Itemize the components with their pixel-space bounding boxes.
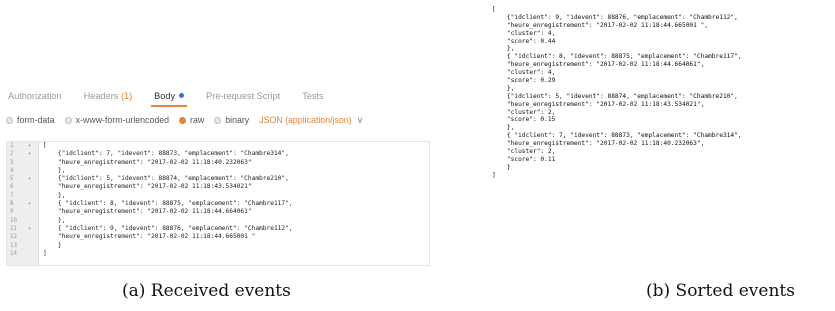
output-line: }, (492, 45, 515, 53)
tab-body[interactable]: Body (143, 85, 195, 107)
code-line: "heure_enregistrement": "2017-02-02 11:1… (43, 158, 252, 166)
code-line: "heure_enregistrement": "2017-02-02 11:1… (43, 233, 256, 241)
line-number: 14 (10, 250, 17, 257)
code-line: } (43, 241, 62, 249)
code-line: "heure_enregistrement": "2017-02-02 11:1… (43, 183, 252, 191)
output-line: "cluster": 2, (492, 148, 556, 156)
line-number: 10 (10, 217, 17, 224)
code-line: { "idclient": 8, "idevent": 88875, "empl… (43, 200, 293, 208)
output-line: "heure_enregistrement": "2017-02-02 11:1… (492, 100, 705, 108)
option-raw[interactable]: raw (179, 115, 204, 125)
line-number: 5 ▾ (10, 175, 32, 183)
output-line: "score": 0.15 (492, 116, 556, 124)
code-line: }, (43, 166, 66, 174)
output-line: }, (492, 124, 515, 132)
output-line: {"idclient": 5, "idevent": 88874, "empla… (492, 92, 738, 100)
caption-received-events: (a) Received events (122, 281, 291, 301)
output-line: "score": 0.29 (492, 77, 556, 85)
code-line: {"idclient": 5, "idevent": 88874, "empla… (43, 175, 289, 183)
content-type-dropdown[interactable]: JSON (application/json) ∨ (259, 115, 363, 126)
output-line: }, (492, 84, 515, 92)
line-number: 9 (10, 209, 14, 216)
tab-pre-request-script[interactable]: Pre-request Script (195, 85, 291, 107)
radio-button-icon[interactable] (64, 116, 72, 124)
fold-arrow-icon[interactable]: ▾ (28, 225, 31, 233)
active-dot-icon (179, 93, 185, 99)
request-body-editor[interactable]: 1 ▾ 2 ▾ 3 4 5 ▾ 6 7 8 ▾ 9 10 11 ▾ 12 13 14 [ … (6, 141, 430, 266)
caption-sorted-events: (b) Sorted events (646, 281, 795, 301)
code-area[interactable]: [ {"idclient": 7, "idevent": 88873, "emp… (43, 142, 429, 258)
option-x-www-form-urlencoded[interactable]: x-www-form-urlencoded (64, 115, 169, 125)
tab-tests[interactable]: Tests (291, 85, 334, 107)
radio-button-icon[interactable] (6, 116, 13, 124)
code-line: {"idclient": 7, "idevent": 88873, "empla… (43, 150, 289, 158)
line-number: 13 (10, 242, 17, 249)
radio-button-icon[interactable] (214, 116, 222, 124)
body-type-options: form-data x-www-form-urlencoded raw bina… (0, 111, 438, 129)
output-line: "heure_enregistrement": "2017-02-02 11:1… (492, 61, 705, 69)
output-line: "cluster": 4, (492, 29, 556, 37)
output-line: { "idclient": 8, "idevent": 88875, "empl… (492, 53, 742, 61)
code-line: { "idclient": 9, "idevent": 88876, "empl… (43, 224, 293, 232)
output-line: "heure_enregistrement": "2017-02-02 11:1… (492, 21, 709, 29)
output-line: "score": 0.11 (492, 155, 556, 163)
request-tabs: Authorization Headers (1) Body Pre-reque… (0, 85, 438, 107)
output-line: "heure_enregistrement": "2017-02-02 11:1… (492, 140, 705, 148)
line-number-gutter: 1 ▾ 2 ▾ 3 4 5 ▾ 6 7 8 ▾ 9 10 11 ▾ 12 13 14 (7, 142, 39, 265)
output-line: [ (492, 6, 496, 13)
tab-headers[interactable]: Headers (1) (73, 85, 144, 107)
output-line: } (492, 163, 511, 171)
code-line: ] (43, 249, 47, 257)
chevron-down-icon: ∨ (356, 114, 364, 125)
sorted-events-panel: [ {"idclient": 9, "idevent": 88876, "emp… (470, 0, 835, 311)
line-number: 2 ▾ (10, 150, 32, 158)
line-number: 1 ▾ (10, 142, 32, 150)
line-number: 4 (10, 167, 14, 174)
code-line: [ (43, 142, 47, 149)
fold-arrow-icon[interactable]: ▾ (28, 150, 31, 158)
line-number: 8 ▾ (10, 200, 32, 208)
code-line: }, (43, 216, 66, 224)
fold-arrow-icon[interactable]: ▾ (28, 175, 31, 183)
sorted-output: [ {"idclient": 9, "idevent": 88876, "emp… (492, 6, 742, 180)
output-line: "cluster": 4, (492, 69, 556, 77)
output-line: {"idclient": 9, "idevent": 88876, "empla… (492, 13, 738, 21)
fold-arrow-icon[interactable]: ▾ (28, 142, 31, 150)
output-line: { "idclient": 7, "idevent": 88873, "empl… (492, 132, 742, 140)
line-number: 12 (10, 234, 17, 241)
option-form-data[interactable]: form-data (6, 115, 55, 125)
headers-count-badge: (1) (120, 91, 133, 101)
line-number: 11 ▾ (10, 225, 32, 233)
line-number: 6 (10, 184, 14, 191)
output-line: "score": 0.44 (492, 37, 556, 45)
fold-arrow-icon[interactable]: ▾ (28, 200, 31, 208)
line-number: 7 (10, 192, 14, 199)
option-binary[interactable]: binary (214, 115, 249, 125)
tab-authorization[interactable]: Authorization (0, 85, 73, 107)
received-events-panel: Authorization Headers (1) Body Pre-reque… (0, 0, 438, 311)
radio-button-selected-icon[interactable] (179, 116, 187, 124)
code-line: "heure_enregistrement": "2017-02-02 11:1… (43, 208, 252, 216)
line-number: 3 (10, 159, 14, 166)
output-line: ] (492, 171, 496, 179)
code-line: }, (43, 191, 66, 199)
output-line: "cluster": 2, (492, 108, 556, 116)
